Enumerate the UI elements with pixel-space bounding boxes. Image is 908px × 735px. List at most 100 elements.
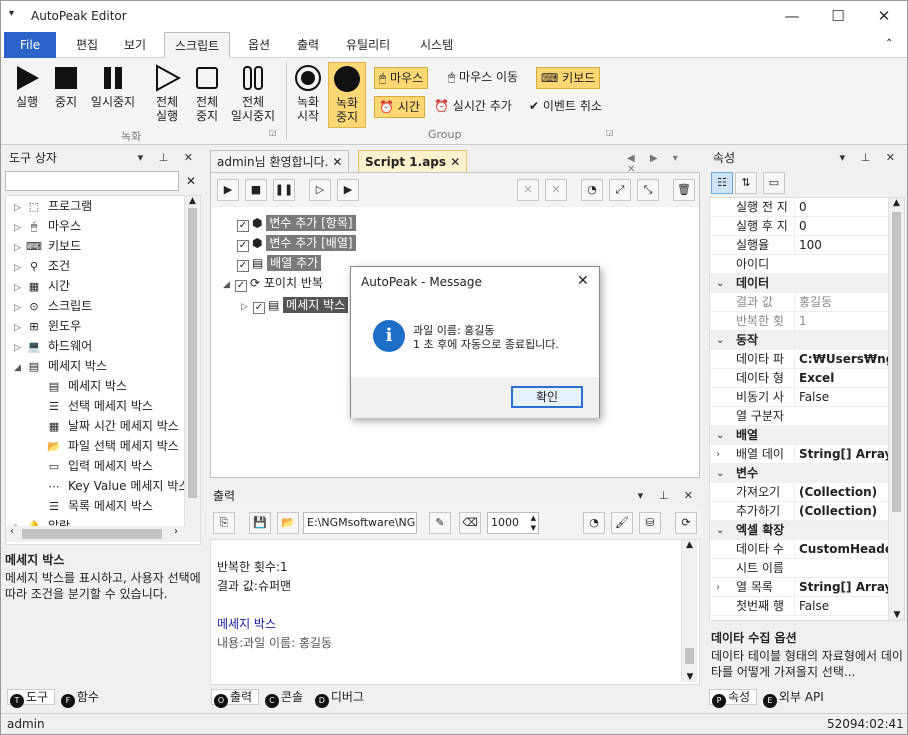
menu-output[interactable]: 출력 — [287, 32, 329, 58]
event-cancel-button[interactable]: ✔ 이벤트 취소 — [525, 96, 606, 118]
prop-row[interactable]: › 열 목록 String[] Array — [710, 578, 888, 597]
fill-icon[interactable]: ⛁ — [639, 512, 661, 534]
save-icon[interactable]: 💾 — [249, 512, 271, 534]
tree-item-script[interactable]: ▷ ⊙ 스크립트 — [14, 296, 92, 316]
dialog-close-button[interactable]: ✕ — [577, 273, 589, 289]
minimize-button[interactable]: — — [769, 1, 815, 32]
record-stop-button[interactable]: 녹화 중지 — [328, 62, 366, 128]
prop-row[interactable]: 데이타 형 Excel — [710, 369, 888, 388]
script-delete-icon[interactable]: 🗑 — [673, 179, 695, 201]
prop-row[interactable]: 첫번째 행 False — [710, 597, 888, 616]
property-pages-icon[interactable]: ▭ — [763, 172, 785, 194]
properties-header-buttons[interactable]: ▾ ⊥ ✕ — [840, 147, 901, 169]
sort-alpha-icon[interactable]: ⇅ — [735, 172, 757, 194]
script-step-icon[interactable]: ▷ — [309, 179, 331, 201]
tree-subitem-list-messagebox[interactable]: ☰ 목록 메세지 박스 — [46, 496, 153, 516]
time-record-button[interactable]: ⏰ 시간 — [374, 96, 425, 118]
script-pause-icon[interactable]: ❚❚ — [273, 179, 295, 201]
ok-button[interactable]: 확인 — [511, 386, 583, 408]
toolbox-hscrollbar[interactable]: ‹ › — [6, 526, 200, 542]
prop-category-array[interactable]: ⌄ 배열 — [710, 426, 888, 445]
prop-row[interactable]: 실행율 100 — [710, 236, 888, 255]
close-tab-icon[interactable]: ✕ — [450, 155, 460, 169]
clear-search-icon[interactable]: ✕ — [181, 171, 201, 191]
prop-category-action[interactable]: ⌄ 동작 — [710, 331, 888, 350]
menu-edit[interactable]: 편집 — [66, 32, 108, 58]
keyboard-record-button[interactable]: ⌨ 키보드 — [536, 67, 601, 89]
tab-welcome[interactable]: admin님 환영합니다. ✕ — [210, 150, 350, 172]
tree-item-keyboard[interactable]: ▷ ⌨ 키보드 — [14, 236, 81, 256]
script-expand-icon[interactable]: ⤢ — [609, 179, 631, 201]
output-path-input[interactable]: E:\NGMsoftware\NG — [303, 512, 417, 534]
prop-row[interactable]: 결과 값 홍길동 — [710, 293, 888, 312]
prop-row[interactable]: › 배열 데이 String[] Array — [710, 445, 888, 464]
tree-subitem-file-messagebox[interactable]: 📂 파일 선택 메세지 박스 — [46, 436, 179, 456]
menu-script[interactable]: 스크립트 — [164, 32, 231, 58]
prop-row[interactable]: 데이타 수CustomHeaderC — [710, 540, 888, 559]
tree-item-hardware[interactable]: ▷ 💻 하드웨어 — [14, 336, 92, 356]
prop-row[interactable]: 반복한 횟1 — [710, 312, 888, 331]
new-file-icon[interactable]: ⎘ — [213, 512, 235, 534]
script-step-over-icon[interactable]: ▶ — [337, 179, 359, 201]
toolbox-search-input[interactable] — [5, 171, 179, 191]
toolbox-header-buttons[interactable]: ▾ ⊥ ✕ — [138, 147, 199, 169]
tree-subitem-messagebox[interactable]: ▤ 메세지 박스 — [46, 376, 127, 396]
eraser-icon[interactable]: ⌫ — [459, 512, 481, 534]
run-button[interactable]: 실행 — [9, 62, 45, 128]
tree-item-mouse[interactable]: ▷ 🖱 마우스 — [14, 216, 81, 236]
tree-item-time[interactable]: ▷ ▦ 시간 — [14, 276, 70, 296]
toolbox-scrollbar[interactable]: ▲ — [184, 196, 200, 526]
timer-icon[interactable]: ◔ — [583, 512, 605, 534]
tree-item-program[interactable]: ▷ ⬚ 프로그램 — [14, 196, 92, 216]
tree-item-messagebox[interactable]: ◢ ▤ 메세지 박스 — [14, 356, 107, 376]
prop-row[interactable]: 비동기 사 False — [710, 388, 888, 407]
script-node-var-array[interactable]: ✓ ⬢ 변수 추가 [배열] — [237, 233, 356, 253]
pause-all-button[interactable]: 전체 일시중지 — [227, 62, 279, 128]
record-start-button[interactable]: 녹화 시작 — [291, 62, 325, 128]
tab-script1[interactable]: Script 1.aps ✕ — [358, 150, 468, 172]
script-node-messagebox[interactable]: ▷ ✓ ▤ 메세지 박스 — [241, 295, 356, 317]
script-stop-icon[interactable]: ■ — [245, 179, 267, 201]
menu-utility[interactable]: 유틸리티 — [336, 32, 400, 58]
script-node-array-add[interactable]: ✓ ▤ 배열 추가 — [237, 253, 356, 273]
refresh-icon[interactable]: ⟳ — [675, 512, 697, 534]
stop-button[interactable]: 중지 — [48, 62, 84, 128]
script-collapse-icon[interactable]: ⤡ — [637, 179, 659, 201]
output-header-buttons[interactable]: ▾ ⊥ ✕ — [638, 485, 699, 507]
script-timer-icon[interactable]: ◔ — [581, 179, 603, 201]
tree-subitem-datetime-messagebox[interactable]: ▦ 날짜 시간 메세지 박스 — [46, 416, 179, 436]
group-expand-icon[interactable]: ◲ — [269, 128, 277, 137]
mouse-record-button[interactable]: 🖱 마우스 — [374, 67, 429, 89]
prop-row[interactable]: 추가하기 (Collection) — [710, 502, 888, 521]
menu-view[interactable]: 보기 — [114, 32, 156, 58]
prop-row[interactable]: 실행 후 지0 — [710, 217, 888, 236]
mouse-move-button[interactable]: 🖱 마우스 이동 — [444, 67, 522, 89]
script-node-foreach[interactable]: ◢ ✓ ⟳ 포이치 반복 — [223, 273, 356, 295]
tab-debug[interactable]: D 디버그 — [313, 690, 370, 708]
run-all-button[interactable]: 전체 실행 — [147, 62, 187, 128]
tree-item-window[interactable]: ▷ ⊞ 윈도우 — [14, 316, 81, 336]
stop-all-button[interactable]: 전체 중지 — [187, 62, 227, 128]
tab-tools[interactable]: T 도구 — [7, 689, 56, 708]
menu-file[interactable]: File — [4, 32, 57, 58]
properties-scrollbar[interactable]: ▲ ▼ — [888, 198, 904, 620]
categorized-icon[interactable]: ☷ — [711, 172, 733, 194]
collapse-ribbon-icon[interactable]: ⌃ — [885, 38, 893, 49]
tab-output[interactable]: O 출력 — [211, 689, 260, 708]
prop-row[interactable]: 열 구분자 — [710, 407, 888, 426]
close-tab-icon[interactable]: ✕ — [332, 155, 342, 169]
maximize-button[interactable]: ☐ — [815, 1, 861, 32]
brush-icon[interactable]: 🖌 — [611, 512, 633, 534]
menu-system[interactable]: 시스템 — [410, 32, 463, 58]
tab-external-api[interactable]: E 외부 API — [761, 690, 830, 708]
prop-category-variable[interactable]: ⌄ 변수 — [710, 464, 888, 483]
tab-functions[interactable]: F 함수 — [59, 690, 105, 708]
menu-options[interactable]: 옵션 — [238, 32, 280, 58]
tab-console[interactable]: C 콘솔 — [263, 690, 309, 708]
script-run-icon[interactable]: ▶ — [217, 179, 239, 201]
tree-item-condition[interactable]: ▷ ⚲ 조건 — [14, 256, 70, 276]
open-folder-icon[interactable]: 📂 — [277, 512, 299, 534]
group2-expand-icon[interactable]: ◲ — [606, 128, 614, 137]
app-menu-icon[interactable]: ▾ — [9, 8, 14, 19]
tab-properties[interactable]: P 속성 — [709, 689, 758, 708]
